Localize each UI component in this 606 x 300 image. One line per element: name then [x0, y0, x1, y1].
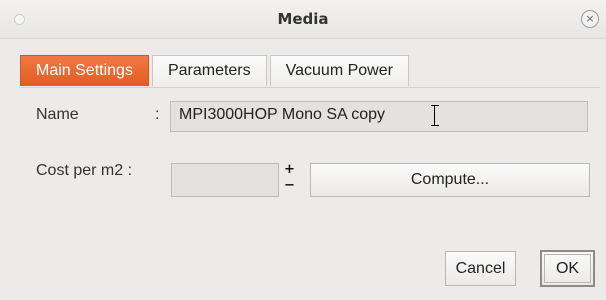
- name-label: Name: [36, 106, 79, 123]
- window-titlebar: Media ×: [0, 0, 606, 39]
- cancel-button[interactable]: Cancel: [445, 251, 516, 286]
- tab-vacuum-power[interactable]: Vacuum Power: [269, 55, 409, 86]
- tab-bar: Main Settings Parameters Vacuum Power: [20, 55, 412, 87]
- name-input[interactable]: MPI3000HOP Mono SA copy: [170, 101, 588, 132]
- cost-per-m2-input[interactable]: [171, 163, 279, 197]
- window-title: Media: [277, 10, 329, 28]
- ok-button[interactable]: OK: [540, 250, 595, 287]
- close-icon[interactable]: ×: [581, 10, 599, 28]
- tab-parameters[interactable]: Parameters: [151, 55, 267, 86]
- cost-per-m2-label: Cost per m2 :: [36, 162, 133, 179]
- compute-button[interactable]: Compute...: [310, 163, 590, 197]
- text-cursor-icon: [431, 105, 443, 126]
- name-separator: :: [155, 106, 160, 123]
- increment-icon[interactable]: +: [284, 163, 295, 176]
- decrement-icon[interactable]: −: [284, 179, 295, 192]
- tab-main-settings[interactable]: Main Settings: [20, 55, 149, 86]
